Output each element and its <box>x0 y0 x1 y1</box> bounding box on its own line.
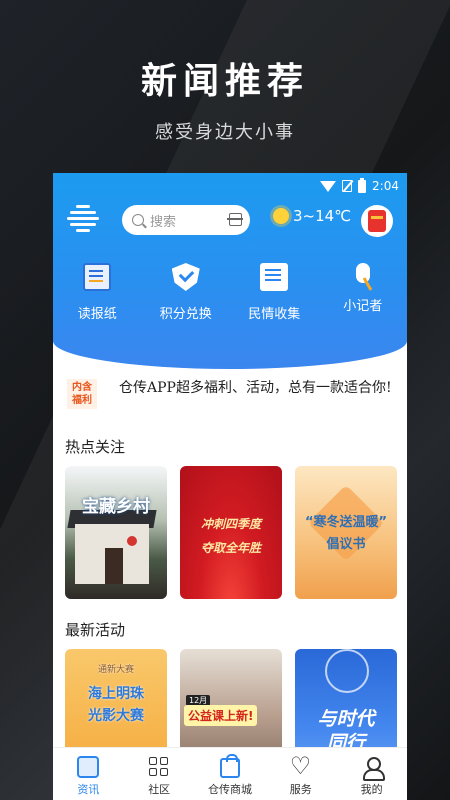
circle-shape <box>325 649 369 693</box>
card-title: “寒冬送温暖” 倡议书 <box>295 512 397 556</box>
nav-label: 小记者 <box>343 299 383 314</box>
nav-label: 积分兑换 <box>159 307 212 322</box>
no-sim-icon <box>342 180 353 192</box>
tab-news[interactable]: 资讯 <box>53 748 124 800</box>
shopping-bag-icon <box>219 754 240 778</box>
battery-icon <box>358 177 367 193</box>
wifi-icon <box>320 180 337 192</box>
bottom-tab-bar: 资讯 社区 仓传商城 服务 我的 <box>53 747 407 800</box>
tab-profile[interactable]: 我的 <box>336 748 407 800</box>
door-shape <box>105 548 123 584</box>
notice-banner[interactable]: 内含 福利 仓传APP超多福利、活动，总有一款适合你! <box>67 378 393 423</box>
document-icon <box>260 263 289 291</box>
tab-mall[interactable]: 仓传商城 <box>195 748 266 800</box>
status-bar: 2:04 <box>320 177 399 195</box>
card-title: 宝藏乡村 <box>82 497 150 517</box>
card-banner: 公益课上新! <box>184 705 258 726</box>
app-logo-icon[interactable] <box>67 205 99 233</box>
home-icon <box>77 756 100 778</box>
tab-label: 服务 <box>289 783 312 796</box>
hot-card-winter-warmth[interactable]: “寒冬送温暖” 倡议书 <box>295 466 397 599</box>
phone-screen: 2:04 搜索 3~14℃ 读报纸 积分兑换 民情收集 小记者 内含 福利 仓传… <box>53 173 407 800</box>
newspaper-icon <box>83 263 112 291</box>
sun-icon <box>273 208 289 224</box>
promo-subtitle: 感受身边大小事 <box>155 122 295 143</box>
tab-label: 我的 <box>360 783 383 796</box>
weather-temperature: 3~14℃ <box>293 207 352 225</box>
card-title-line: 夺取全年胜 <box>200 541 261 555</box>
nav-label: 民情收集 <box>248 307 301 322</box>
card-title-line: 与时代 <box>317 708 375 730</box>
card-title: 冲刺四季度 夺取全年胜 <box>180 512 282 560</box>
tab-community[interactable]: 社区 <box>124 748 195 800</box>
search-icon <box>132 214 144 226</box>
card-title-line: 光影大赛 <box>88 708 144 724</box>
heart-icon <box>290 752 312 780</box>
tab-services[interactable]: 服务 <box>265 748 336 800</box>
user-icon <box>361 756 385 781</box>
hot-card-village[interactable]: 宝藏乡村 <box>65 466 167 599</box>
quick-nav: 读报纸 积分兑换 民情收集 小记者 <box>53 263 407 322</box>
card-title-line: 海上明珠 <box>88 686 144 702</box>
nav-item-young-reporter[interactable]: 小记者 <box>319 263 408 322</box>
gift-icon <box>368 210 386 232</box>
microphone-icon <box>355 263 370 283</box>
weather-widget[interactable]: 3~14℃ <box>273 207 351 225</box>
search-input[interactable]: 搜索 <box>122 205 250 235</box>
promo-title: 新闻推荐 <box>140 61 309 102</box>
hot-card-q4[interactable]: 冲刺四季度 夺取全年胜 <box>180 466 282 599</box>
section-title-hot: 热点关注 <box>65 438 126 456</box>
search-placeholder: 搜索 <box>150 214 177 230</box>
gift-button[interactable] <box>361 205 393 237</box>
tab-label: 社区 <box>148 783 171 796</box>
card-small-label: 通新大赛 <box>97 665 134 675</box>
scan-icon[interactable] <box>227 213 243 226</box>
card-title-line: 倡议书 <box>326 537 366 552</box>
welfare-badge: 内含 福利 <box>67 379 97 409</box>
card-title-line: 冲刺四季度 <box>200 517 261 531</box>
nav-item-newspaper[interactable]: 读报纸 <box>53 263 142 322</box>
status-time: 2:04 <box>372 179 399 193</box>
shield-check-icon <box>171 263 200 291</box>
card-title: 海上明珠 光影大赛 <box>65 683 167 727</box>
card-title-line: “寒冬送温暖” <box>304 515 388 530</box>
tab-label: 资讯 <box>77 783 100 796</box>
nav-label: 读报纸 <box>77 307 117 322</box>
nav-item-points-exchange[interactable]: 积分兑换 <box>142 263 231 322</box>
badge-line: 福利 <box>72 395 92 406</box>
badge-line: 内含 <box>72 382 92 393</box>
section-title-activities: 最新活动 <box>65 621 126 639</box>
hot-cards: 宝藏乡村 冲刺四季度 夺取全年胜 “寒冬送温暖” 倡议书 <box>65 466 397 599</box>
nav-item-public-opinion[interactable]: 民情收集 <box>230 263 319 322</box>
grid-icon <box>148 756 170 778</box>
notice-text: 仓传APP超多福利、活动，总有一款适合你! <box>119 380 392 396</box>
tab-label: 仓传商城 <box>207 783 252 796</box>
lantern-icon <box>127 536 137 546</box>
